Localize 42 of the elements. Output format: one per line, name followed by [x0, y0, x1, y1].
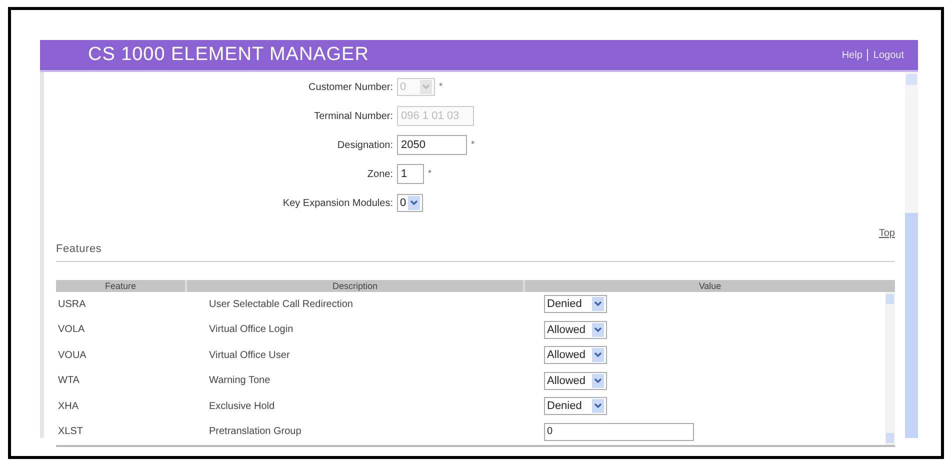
- field-label: Terminal Number:: [313, 110, 394, 124]
- scroll-up-icon[interactable]: [886, 294, 894, 304]
- dropdown[interactable]: Allowed: [544, 320, 607, 339]
- input-field[interactable]: 1: [397, 164, 424, 184]
- table-cell-text: Virtual Office User: [208, 348, 291, 363]
- header-link[interactable]: Help: [842, 48, 862, 62]
- required-mark: *: [439, 80, 443, 94]
- field-label: Zone:: [366, 168, 394, 182]
- app-title: CS 1000 ELEMENT MANAGER: [88, 42, 369, 67]
- input-field[interactable]: 0: [544, 422, 694, 441]
- table-cell-text: Exclusive Hold: [208, 400, 276, 414]
- dropdown[interactable]: Allowed: [544, 372, 607, 390]
- table-cell-text: VOUA: [57, 348, 88, 363]
- table-cell-text: VOLA: [57, 323, 86, 338]
- table-cell-text: Warning Tone: [208, 374, 272, 388]
- table-cell-text: XHA: [57, 400, 80, 414]
- column-header: Description: [185, 280, 523, 292]
- scroll-down-icon[interactable]: [886, 432, 894, 442]
- field-label: Customer Number:: [308, 80, 394, 94]
- required-mark: *: [471, 138, 475, 152]
- table-cell-text: Virtual Office Login: [208, 323, 294, 338]
- top-link[interactable]: Top: [878, 226, 895, 241]
- field-label: Key Expansion Modules:: [282, 196, 394, 210]
- table-scrollbar[interactable]: [885, 292, 895, 444]
- section-title: Features: [56, 241, 895, 262]
- table-cell-text: User Selectable Call Redirection: [208, 298, 354, 312]
- table-cell-text: USRA: [57, 298, 87, 312]
- table-cell-text: XLST: [57, 425, 84, 440]
- field-label: Designation:: [336, 138, 394, 152]
- input-field[interactable]: 2050: [397, 135, 467, 155]
- column-header: Feature: [104, 280, 138, 292]
- table-cell-text: Pretranslation Group: [208, 425, 302, 440]
- dropdown[interactable]: Denied: [544, 295, 607, 314]
- page-scrollbar[interactable]: [905, 72, 918, 438]
- dropdown[interactable]: 0: [397, 194, 423, 212]
- dropdown[interactable]: Allowed: [544, 346, 607, 364]
- required-mark: *: [428, 167, 432, 180]
- header-link[interactable]: Logout: [873, 48, 904, 62]
- scrollbar-thumb[interactable]: [905, 213, 918, 438]
- scroll-up-icon[interactable]: [906, 74, 917, 85]
- table-cell-text: WTA: [57, 374, 80, 388]
- dropdown[interactable]: Denied: [544, 397, 607, 416]
